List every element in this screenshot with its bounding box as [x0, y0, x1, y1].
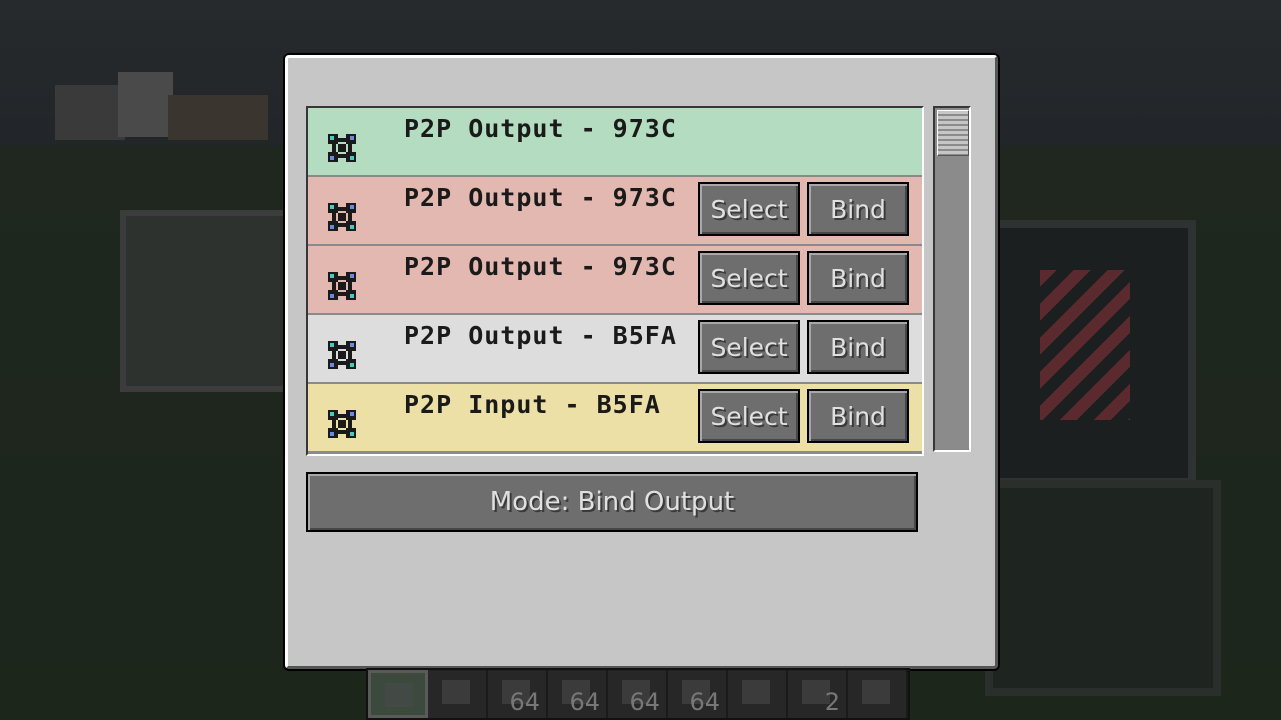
p2p-tunnel-icon [328, 203, 356, 231]
hotbar-slot[interactable]: 2 [788, 670, 848, 718]
p2p-tunnel-icon [328, 272, 356, 300]
item-count: 64 [569, 688, 600, 716]
terminal-icon [385, 683, 413, 707]
tunnel-label: P2P Output - B5FA [404, 321, 677, 350]
tunnel-label: P2P Input - B5FA [404, 390, 661, 419]
hotbar-slot[interactable]: 64 [488, 670, 548, 718]
item-count: 64 [689, 688, 720, 716]
tunnel-row[interactable]: P2P Input - B5FA Select Bind [308, 384, 922, 453]
frame-icon [862, 680, 890, 704]
tunnel-row[interactable]: P2P Output - 973C Select Bind [308, 177, 922, 246]
bind-button[interactable]: Bind [807, 251, 909, 305]
wrench-icon [742, 680, 770, 704]
scrollbar-thumb[interactable] [937, 110, 969, 156]
hotbar-slot[interactable]: 64 [608, 670, 668, 718]
p2p-tunnel-icon [328, 341, 356, 369]
list-scrollbar[interactable] [933, 106, 971, 452]
p2p-tunnel-list: P2P Output - 973C P2P Output - 973C Select… [306, 106, 924, 456]
select-button[interactable]: Select [698, 182, 800, 236]
tunnel-label: P2P Output - 973C [404, 183, 677, 212]
tunnel-label: P2P Output - 973C [404, 252, 677, 281]
item-count: 64 [509, 688, 540, 716]
tunnel-label: P2P Output - 973C [404, 114, 677, 143]
bind-button[interactable]: Bind [807, 320, 909, 374]
select-button[interactable]: Select [698, 389, 800, 443]
select-button[interactable]: Select [698, 320, 800, 374]
p2p-tunnel-icon [328, 410, 356, 438]
hotbar: 64 64 64 64 2 [366, 668, 910, 720]
tunnel-row[interactable]: P2P Output - B5FA Select Bind [308, 315, 922, 384]
mode-toggle-button[interactable]: Mode: Bind Output [306, 472, 918, 532]
hotbar-slot[interactable] [848, 670, 908, 718]
tunnel-row[interactable]: P2P Output - 973C [308, 108, 922, 177]
tunnel-row[interactable]: P2P Output - 973C Select Bind [308, 246, 922, 315]
hotbar-slot[interactable] [428, 670, 488, 718]
bind-button[interactable]: Bind [807, 182, 909, 236]
hotbar-slot[interactable] [728, 670, 788, 718]
bind-button[interactable]: Bind [807, 389, 909, 443]
p2p-tunnel-icon [328, 134, 356, 162]
hotbar-slot[interactable] [368, 670, 428, 718]
item-count: 2 [824, 688, 840, 716]
terminal-icon [442, 680, 470, 704]
hotbar-slot[interactable]: 64 [548, 670, 608, 718]
hotbar-slot[interactable]: 64 [668, 670, 728, 718]
item-count: 64 [629, 688, 660, 716]
select-button[interactable]: Select [698, 251, 800, 305]
